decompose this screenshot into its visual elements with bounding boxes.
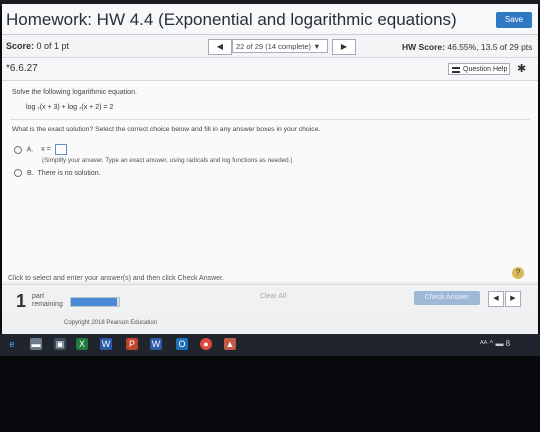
triangle-right-icon: ▶ [510,295,516,302]
option-b-radio[interactable] [14,169,22,177]
list-icon [452,67,460,73]
parts-label-part: part [32,293,45,300]
browser-screen: Homework: HW 4.4 (Exponential and logari… [2,4,538,334]
help-icon[interactable]: ? [512,267,524,279]
hw-score-label: HW Score: [402,42,445,52]
word-icon[interactable]: W [100,338,112,350]
triangle-left-icon: ◀ [493,295,499,302]
question-instruction: Solve the following logarithmic equation… [12,89,137,96]
progress-bar [70,297,120,307]
store-icon[interactable]: ▣ [54,338,66,350]
photos-icon[interactable]: ▲ [224,338,236,350]
parts-remaining-count: 1 [16,291,27,311]
question-prompt: What is the exact solution? Select the c… [12,126,321,133]
clear-all-button[interactable]: Clear All [260,293,286,300]
option-a[interactable]: A. x = [14,144,67,155]
option-a-hint: (Simplify your answer. Type an exact ans… [42,157,293,164]
question-number: *6.6.27 [6,63,38,74]
option-b-text: There is no solution. [37,169,101,177]
copyright-text: Copyright 2018 Pearson Education [64,320,158,326]
edge-icon[interactable]: e [6,338,18,350]
score-display: Score: 0 of 1 pt [6,41,69,51]
parts-label-remaining: remaining [32,301,63,308]
save-button[interactable]: Save [496,12,532,28]
question-content: Solve the following logarithmic equation… [2,81,538,281]
question-selector[interactable]: 22 of 29 (14 complete) ▼ [232,39,328,53]
system-tray[interactable]: ᴬᴬ ^ ▬ 8 [480,339,510,348]
excel-icon[interactable]: X [76,338,88,350]
bottom-next-button[interactable]: ▶ [505,291,521,307]
check-answer-button[interactable]: Check Answer [414,291,480,305]
next-question-button[interactable]: ▶ [332,39,356,55]
score-bar: Score: 0 of 1 pt ◀ 22 of 29 (14 complete… [2,35,538,58]
word-alt-icon[interactable]: W [150,338,162,350]
question-help-label: Question Help [463,66,508,73]
outlook-icon[interactable]: O [176,338,188,350]
equation: log ₇(x + 3) + log ₇(x + 2) = 2 [26,104,114,111]
desk-surface [0,356,540,432]
taskbar: e ▬ ▣ X W P W O ● ▲ ᴬᴬ ^ ▬ 8 [0,334,540,356]
divider [10,119,530,120]
hw-score-value: 46.55%, 13.5 of 29 pts [447,42,533,52]
score-value: 0 of 1 pt [36,41,70,51]
option-a-letter: A. [26,146,34,154]
option-a-text: x = [41,146,51,154]
parts-remaining-label: part remaining [32,293,63,309]
hw-score-display: HW Score: 46.55%, 13.5 of 29 pts [402,42,532,52]
option-b[interactable]: B. There is no solution. [14,169,101,177]
footer-instruction: Click to select and enter your answer(s)… [8,275,224,282]
answer-input[interactable] [54,144,67,155]
page-title: Homework: HW 4.4 (Exponential and logari… [6,10,457,29]
option-b-letter: B. [26,169,34,177]
bottom-bar: 1 part remaining Clear All Check Answer … [2,284,538,315]
gear-icon[interactable]: ✱ [517,62,526,75]
option-a-radio[interactable] [14,145,22,154]
question-help-button[interactable]: Question Help [448,63,510,75]
previous-question-button[interactable]: ◀ [208,39,232,55]
progress-fill [71,298,117,306]
assignment-header: Homework: HW 4.4 (Exponential and logari… [2,4,538,35]
file-explorer-icon[interactable]: ▬ [30,338,42,350]
question-bar: *6.6.27 Question Help ✱ [2,58,538,81]
triangle-right-icon: ▶ [340,42,348,51]
triangle-left-icon: ◀ [216,42,224,51]
bottom-prev-button[interactable]: ◀ [488,291,504,307]
score-label: Score: [6,41,35,51]
chrome-icon[interactable]: ● [200,338,212,350]
powerpoint-icon[interactable]: P [126,338,138,350]
